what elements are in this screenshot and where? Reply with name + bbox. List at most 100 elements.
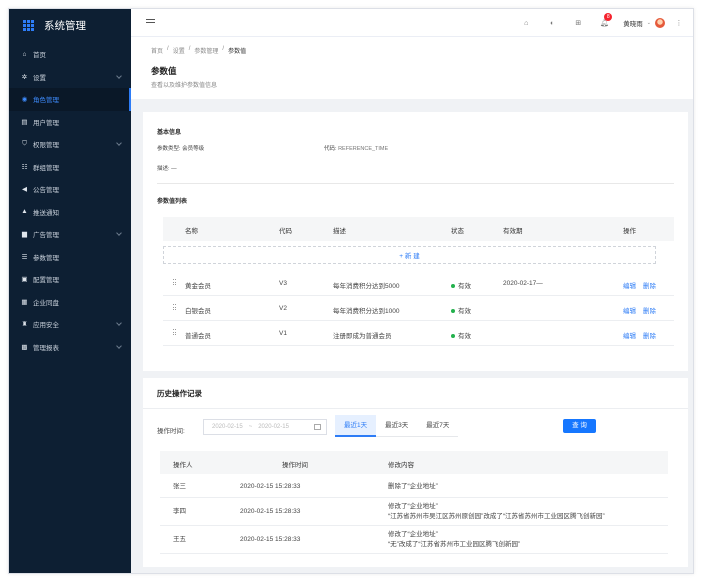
menu-toggle-icon[interactable] <box>146 19 155 27</box>
drag-handle-icon[interactable] <box>173 304 176 311</box>
col-code: 代码 <box>279 228 292 235</box>
sidebar-item-label: 企业同盘 <box>33 299 59 307</box>
edit-link[interactable]: 编辑 <box>623 330 636 340</box>
change-content: 修改了“企业地址” <box>388 503 438 510</box>
col-expiry: 有效期 <box>503 228 523 235</box>
sidebar: 系统管理 ⌂ 首页 ✲ 设置 ◉ 角色管理 ▤ 用户管理 ⛉ 权限管理 ☷ 群组管理 ◀ 公告管理 ▲ 推送通… <box>9 9 131 573</box>
basic-info-title: 基本信息 <box>157 130 182 136</box>
role-icon: ◉ <box>21 96 28 104</box>
tab-last-1-day[interactable]: 最近1天 <box>335 415 377 437</box>
drag-handle-icon[interactable] <box>173 279 176 286</box>
more-vertical-icon[interactable]: ⋮ <box>671 9 687 37</box>
edit-link[interactable]: 编辑 <box>623 305 636 315</box>
chevron-down-icon <box>116 230 122 236</box>
lock-icon: ♜ <box>21 321 28 329</box>
chevron-down-icon <box>116 72 122 79</box>
notification-badge: 8 <box>604 13 613 21</box>
page-title: 参数值 <box>151 66 177 76</box>
user-menu[interactable]: 黄晓雨 ⌄ <box>617 18 671 28</box>
avatar <box>655 18 665 28</box>
sidebar-item[interactable]: ▤ 用户管理 <box>9 111 131 134</box>
sidebar-item[interactable]: ♜ 应用安全 <box>9 313 131 336</box>
group-icon: ☷ <box>21 163 28 171</box>
tab-last-3-days[interactable]: 最近3天 <box>376 415 418 437</box>
breadcrumb-params[interactable]: 参数管理 <box>194 46 218 55</box>
operator: 张三 <box>173 483 186 490</box>
sidebar-item[interactable]: ▲ 推送通知 <box>9 201 131 224</box>
sidebar-item[interactable]: ▆ 广告管理 <box>9 223 131 246</box>
add-value-button[interactable]: + 新 建 <box>163 246 656 264</box>
param-detail-card: 基本信息 参数类型: 会员等级 代码: REFERENCE_TIME 描述: —… <box>143 112 688 371</box>
operation-time: 2020-02-15 15:28:33 <box>240 508 301 515</box>
app-grid-icon <box>23 19 34 31</box>
notification-bell-icon[interactable]: 🔔︎ 8 <box>591 9 617 37</box>
report-icon: ▩ <box>21 343 28 351</box>
change-content: 删除了“企业地址” <box>388 483 438 490</box>
param-type-field: 参数类型: 会员等级 <box>157 146 205 152</box>
topbar: ⌂ ◐ ⊞ 🔔︎ 8 黄晓雨 ⌄ ⋮ <box>131 9 693 37</box>
value-desc: 注册即成为普通会员 <box>333 333 392 340</box>
delete-link[interactable]: 删除 <box>643 305 656 315</box>
page-header: 首页 / 设置 / 参数管理 / 参数值 参数值 查看以及维护参数值信息 <box>131 37 693 99</box>
sidebar-item-label: 公告管理 <box>33 187 59 195</box>
sidebar-item[interactable]: ☷ 群组管理 <box>9 156 131 179</box>
sidebar-item-label: 权限管理 <box>33 142 59 150</box>
col-status: 状态 <box>451 228 464 235</box>
col-operator: 操作人 <box>173 462 193 469</box>
range-start[interactable]: 2020-02-15 <box>212 424 243 430</box>
param-desc-field: 描述: — <box>157 166 177 172</box>
support-icon[interactable]: ◐ <box>539 9 565 37</box>
sidebar-item-label: 角色管理 <box>33 97 59 105</box>
table-row: 白银会员 V2 每年消费积分达到1000 有效 编辑 删除 <box>163 296 674 321</box>
value-code: V2 <box>279 305 287 312</box>
shield-icon: ⛉ <box>22 140 27 148</box>
megaphone-icon: ◀ <box>22 186 27 194</box>
ad-icon: ▆ <box>22 231 27 239</box>
change-content: 修改了“企业地址” <box>388 531 438 538</box>
sidebar-item[interactable]: ▣ 配置管理 <box>9 268 131 291</box>
sidebar-item[interactable]: ◉ 角色管理 <box>9 88 131 111</box>
sidebar-item[interactable]: ⛉ 权限管理 <box>9 133 131 156</box>
app-logo[interactable]: 系统管理 <box>9 9 131 41</box>
delete-link[interactable]: 删除 <box>643 330 656 340</box>
user-icon: ▤ <box>21 118 28 126</box>
apps-grid-icon[interactable]: ⊞ <box>565 9 591 37</box>
tab-last-7-days[interactable]: 最近7天 <box>417 415 459 437</box>
username: 黄晓雨 <box>623 21 643 28</box>
page-subtitle: 查看以及维护参数值信息 <box>151 83 218 89</box>
date-range-picker[interactable]: 2020-02-15 ~ 2020-02-15 <box>203 419 327 435</box>
param-code-field: 代码: REFERENCE_TIME <box>324 146 389 152</box>
app-title: 系统管理 <box>44 19 86 32</box>
range-end[interactable]: 2020-02-15 <box>258 424 289 430</box>
status-badge: 有效 <box>451 330 471 340</box>
sidebar-item[interactable]: ✲ 设置 <box>9 66 131 89</box>
value-code: V3 <box>279 280 287 287</box>
sidebar-item[interactable]: ▦ 企业同盘 <box>9 291 131 314</box>
divider <box>157 183 674 184</box>
value-expiry: 2020-02-17— <box>503 280 543 287</box>
chevron-down-icon: ⌄ <box>646 20 651 26</box>
breadcrumb-home[interactable]: 首页 <box>151 46 163 55</box>
table-row: 普通会员 V1 注册即成为普通会员 有效 编辑 删除 <box>163 321 674 346</box>
drag-handle-icon[interactable] <box>173 329 176 336</box>
sidebar-item-label: 首页 <box>33 52 46 60</box>
home-shortcut-icon[interactable]: ⌂ <box>513 9 539 37</box>
status-dot-icon <box>451 334 455 339</box>
breadcrumb-settings[interactable]: 设置 <box>173 46 185 55</box>
home-icon: ⌂ <box>22 50 27 58</box>
edit-link[interactable]: 编辑 <box>623 280 636 290</box>
delete-link[interactable]: 删除 <box>643 280 656 290</box>
chevron-down-icon <box>116 320 122 326</box>
chevron-down-icon <box>116 342 122 349</box>
value-name: 黄金会员 <box>185 283 211 290</box>
sidebar-item-label: 设置 <box>33 74 46 82</box>
sidebar-item[interactable]: ☰ 参数管理 <box>9 246 131 269</box>
sidebar-item-label: 管理报表 <box>33 344 59 352</box>
query-button[interactable]: 查 询 <box>563 419 596 433</box>
status-badge: 有效 <box>451 305 471 315</box>
sidebar-item[interactable]: ◀ 公告管理 <box>9 178 131 201</box>
sidebar-item[interactable]: ⌂ 首页 <box>9 43 131 66</box>
sidebar-item[interactable]: ▩ 管理报表 <box>9 336 131 359</box>
table-row: 王五 2020-02-15 15:28:33 修改了“企业地址” “无”改成了“江苏省… <box>160 526 668 554</box>
gear-icon: ✲ <box>21 73 28 81</box>
